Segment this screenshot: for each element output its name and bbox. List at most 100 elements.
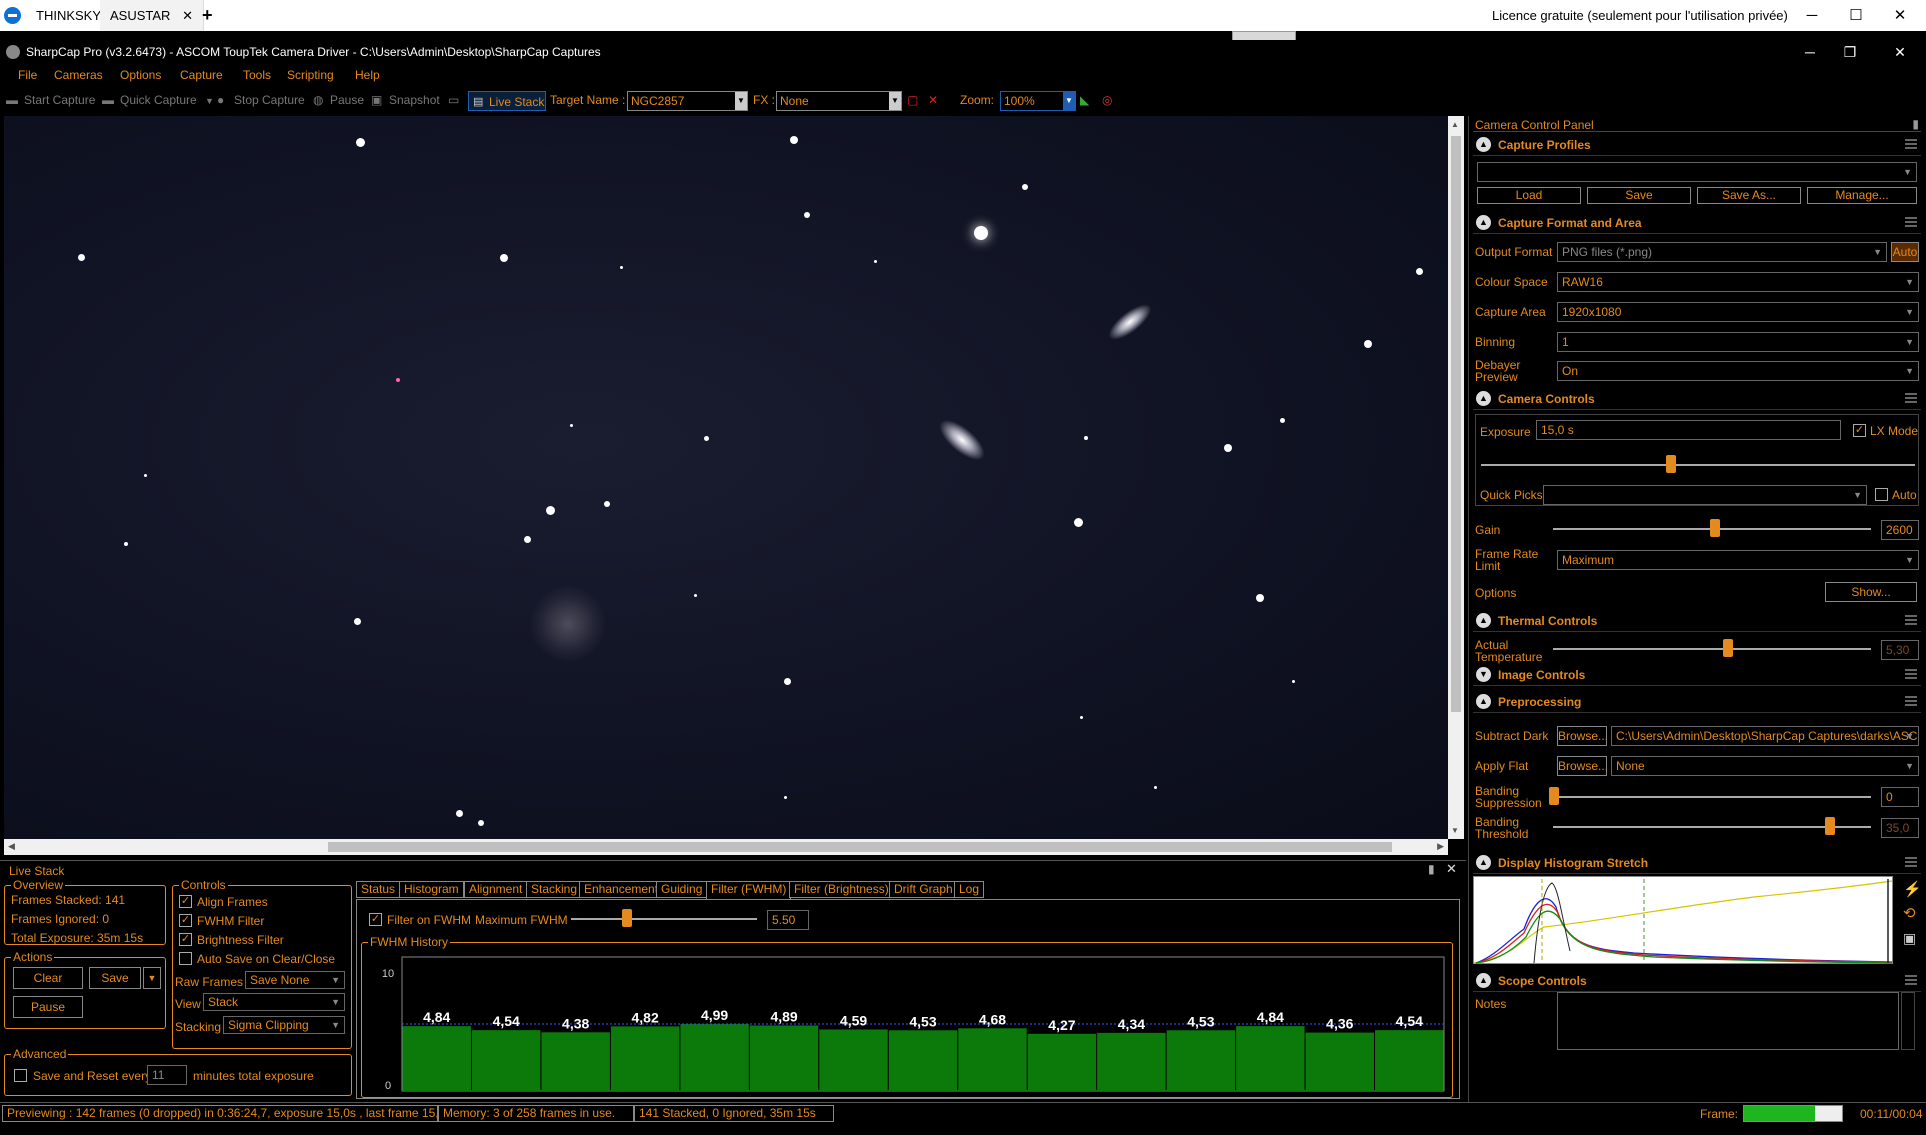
- vertical-scrollbar[interactable]: ▲ ▼: [1448, 116, 1464, 839]
- save-reset-checkbox[interactable]: [14, 1069, 27, 1082]
- chevron-down-icon[interactable]: ▼: [205, 96, 214, 106]
- collapse-icon[interactable]: ▲: [1476, 855, 1491, 870]
- banding-slider[interactable]: [1553, 796, 1871, 798]
- collapse-icon[interactable]: ▲: [1476, 137, 1491, 152]
- chevron-down-icon[interactable]: ▼: [735, 92, 747, 110]
- scope-controls-header[interactable]: ▲ Scope Controls: [1473, 970, 1921, 992]
- save-profile-button[interactable]: Save: [1587, 187, 1691, 204]
- tab-status[interactable]: Status: [356, 881, 401, 898]
- exposure-slider-thumb[interactable]: [1666, 455, 1676, 473]
- save-stack-button[interactable]: Save: [89, 967, 141, 989]
- start-capture-button[interactable]: Start Capture: [24, 93, 95, 107]
- binning-select[interactable]: 1 ▼: [1557, 332, 1919, 352]
- frame-rate-select[interactable]: Maximum ▼: [1557, 550, 1919, 570]
- brightness-filter-checkbox[interactable]: ✓: [179, 933, 192, 946]
- menu-icon[interactable]: [1905, 696, 1917, 706]
- chevron-down-icon[interactable]: ▼: [889, 92, 901, 110]
- collapse-icon[interactable]: ▲: [1476, 973, 1491, 988]
- thermal-controls-header[interactable]: ▲ Thermal Controls: [1473, 610, 1921, 632]
- pin-icon[interactable]: ▮: [1912, 118, 1919, 130]
- menu-cameras[interactable]: Cameras: [54, 68, 103, 82]
- output-format-select[interactable]: PNG files (*.png) ▼: [1557, 242, 1887, 262]
- camera-image-view[interactable]: [4, 116, 1448, 839]
- new-tab-button[interactable]: +: [192, 0, 223, 31]
- collapse-icon[interactable]: ▲: [1476, 391, 1491, 406]
- reticle-icon[interactable]: ▢: [907, 93, 918, 107]
- menu-tools[interactable]: Tools: [243, 68, 271, 82]
- focus-icon[interactable]: ◎: [1102, 93, 1112, 107]
- menu-icon[interactable]: [1905, 975, 1917, 985]
- crosshair-icon[interactable]: ✕: [928, 93, 938, 107]
- capture-area-select[interactable]: 1920x1080 ▼: [1557, 302, 1919, 322]
- stacking-select[interactable]: Sigma Clipping ▼: [223, 1016, 345, 1034]
- banding-input[interactable]: 0: [1881, 787, 1919, 807]
- threshold-input[interactable]: 35,0: [1881, 818, 1919, 838]
- notes-textarea[interactable]: [1557, 992, 1899, 1050]
- auto-button[interactable]: Auto: [1891, 242, 1919, 262]
- tab-histogram[interactable]: Histogram: [399, 881, 464, 898]
- menu-file[interactable]: File: [18, 68, 37, 82]
- tab-filter-fwhm[interactable]: Filter (FWHM): [706, 881, 792, 900]
- gain-input[interactable]: 2600: [1881, 520, 1919, 540]
- pause-button[interactable]: Pause: [330, 93, 364, 107]
- browse-flat-button[interactable]: Browse...: [1557, 756, 1608, 776]
- expand-icon[interactable]: ▼: [1476, 667, 1491, 682]
- chevron-down-icon[interactable]: ▼: [1905, 757, 1914, 775]
- max-fwhm-input[interactable]: 5.50: [767, 910, 809, 930]
- menu-icon[interactable]: [1905, 217, 1917, 227]
- histogram-icon[interactable]: ◣: [1080, 93, 1089, 107]
- auto-save-checkbox[interactable]: [179, 952, 192, 965]
- view-select[interactable]: Stack ▼: [203, 993, 345, 1011]
- save-icon[interactable]: ▣: [1903, 931, 1916, 945]
- raw-frames-select[interactable]: Save None ▼: [245, 971, 345, 989]
- quick-picks-auto-checkbox[interactable]: [1875, 488, 1888, 501]
- chevron-down-icon[interactable]: ▼: [1905, 727, 1914, 745]
- tab-enhancement[interactable]: Enhancement: [579, 881, 664, 898]
- menu-icon[interactable]: [1905, 139, 1917, 149]
- chevron-down-icon[interactable]: ▼: [331, 972, 340, 988]
- chevron-down-icon[interactable]: ▼: [1063, 92, 1075, 110]
- quick-capture-button[interactable]: Quick Capture: [120, 93, 197, 107]
- chevron-down-icon[interactable]: ▼: [1905, 362, 1914, 380]
- minutes-stepper[interactable]: 11: [147, 1065, 187, 1085]
- minimize-icon[interactable]: ─: [1790, 0, 1834, 31]
- collapse-icon[interactable]: ▲: [1476, 215, 1491, 230]
- subtract-dark-select[interactable]: C:\Users\Admin\Desktop\SharpCap Captures…: [1611, 726, 1919, 746]
- banding-slider-thumb[interactable]: [1549, 787, 1559, 805]
- menu-icon[interactable]: [1905, 669, 1917, 679]
- clear-button[interactable]: Clear: [13, 967, 83, 989]
- zoom-select[interactable]: 100% ▼: [1000, 91, 1076, 111]
- chevron-down-icon[interactable]: ▼: [1905, 273, 1914, 291]
- chevron-down-icon[interactable]: ▼: [143, 967, 161, 989]
- filter-on-fwhm-checkbox[interactable]: ✓: [369, 913, 382, 926]
- menu-icon[interactable]: [1905, 857, 1917, 867]
- scroll-down-icon[interactable]: ▼: [1451, 826, 1459, 835]
- menu-scripting[interactable]: Scripting: [287, 68, 334, 82]
- collapse-icon[interactable]: ▲: [1476, 694, 1491, 709]
- collapse-icon[interactable]: ▲: [1476, 613, 1491, 628]
- stop-capture-button[interactable]: Stop Capture: [234, 93, 305, 107]
- gain-slider-thumb[interactable]: [1710, 519, 1720, 537]
- close-icon[interactable]: ✕: [1878, 0, 1922, 31]
- quick-picks-select[interactable]: ▼: [1543, 485, 1867, 505]
- app-minimize-icon[interactable]: ─: [1790, 40, 1830, 64]
- histogram-header[interactable]: ▲ Display Histogram Stretch: [1473, 852, 1921, 874]
- tab-filter-brightness[interactable]: Filter (Brightness): [789, 881, 894, 898]
- scroll-left-icon[interactable]: ◀: [8, 841, 15, 852]
- maximize-icon[interactable]: ☐: [1834, 0, 1878, 31]
- preprocessing-header[interactable]: ▲ Preprocessing: [1473, 691, 1921, 713]
- load-button[interactable]: Load: [1477, 187, 1581, 204]
- exposure-input[interactable]: 15,0 s: [1536, 420, 1841, 440]
- exposure-slider[interactable]: [1481, 464, 1915, 466]
- app-close-icon[interactable]: ✕: [1880, 40, 1920, 64]
- tab-log[interactable]: Log: [954, 881, 985, 898]
- target-name-input[interactable]: NGC2857 ▼: [627, 91, 748, 111]
- threshold-slider-thumb[interactable]: [1825, 817, 1835, 835]
- capture-format-header[interactable]: ▲ Capture Format and Area: [1473, 212, 1921, 234]
- fwhm-filter-checkbox[interactable]: ✓: [179, 914, 192, 927]
- show-button[interactable]: Show...: [1825, 582, 1917, 602]
- colour-space-select[interactable]: RAW16 ▼: [1557, 272, 1919, 292]
- debayer-select[interactable]: On ▼: [1557, 361, 1919, 381]
- capture-profiles-header[interactable]: ▲ Capture Profiles: [1473, 134, 1921, 156]
- apply-flat-select[interactable]: None ▼: [1611, 756, 1919, 776]
